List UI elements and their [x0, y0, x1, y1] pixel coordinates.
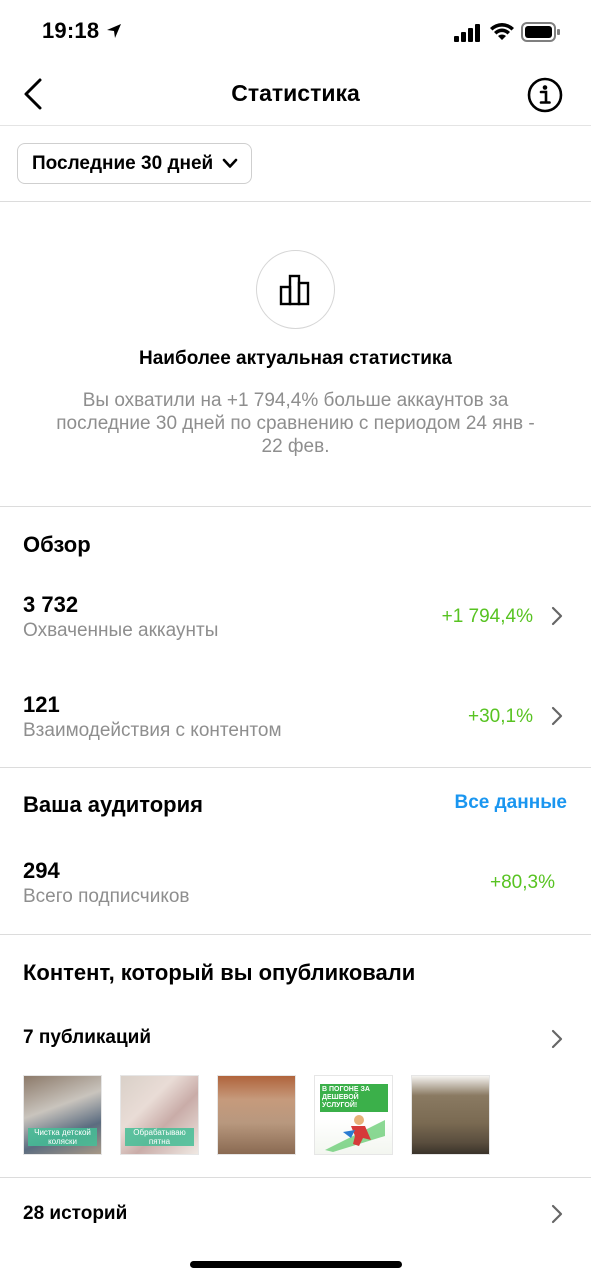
- post-thumbnail[interactable]: [411, 1075, 490, 1155]
- cellular-signal-icon: [454, 24, 480, 42]
- content-title: Контент, который вы опубликовали: [23, 960, 416, 985]
- insights-icon-circle: [256, 250, 335, 329]
- battery-icon: [521, 22, 560, 42]
- overview-title: Обзор: [23, 532, 91, 557]
- publications-label: 7 публикаций: [23, 1027, 152, 1048]
- metric-label: Охваченные аккаунты: [23, 620, 219, 641]
- chevron-right-icon: [551, 606, 563, 626]
- thumbnail-banner-text: В ПОГОНЕ ЗА ДЕШЕВОЙ УСЛУГОЙ!: [320, 1084, 388, 1112]
- chevron-right-icon: [551, 1204, 563, 1224]
- stories-row[interactable]: 28 историй: [0, 1179, 591, 1249]
- wifi-icon: [490, 23, 514, 40]
- location-arrow-icon: [107, 24, 121, 38]
- metric-change: +80,3%: [490, 872, 555, 893]
- period-dropdown[interactable]: Последние 30 дней: [17, 143, 253, 184]
- status-bar: 19:18: [0, 0, 591, 62]
- page-title: Статистика: [231, 80, 360, 106]
- metric-value: 3 732: [23, 592, 79, 617]
- thumbnail-caption: Обрабатываю пятна: [125, 1128, 194, 1146]
- post-thumbnail[interactable]: Обрабатываю пятна: [120, 1075, 199, 1155]
- metric-row-engagement[interactable]: 121 Взаимодействия с контентом +30,1%: [0, 692, 591, 752]
- period-filter-row: Последние 30 дней: [0, 127, 591, 202]
- metric-label: Взаимодействия с контентом: [23, 720, 282, 741]
- runner-illustration-icon: [325, 1115, 385, 1152]
- content-section: Контент, который вы опубликовали 7 публи…: [0, 936, 591, 1178]
- metric-row-reach[interactable]: 3 732 Охваченные аккаунты +1 794,4%: [0, 592, 591, 652]
- bar-chart-icon: [279, 274, 310, 306]
- insights-summary: Наиболее актуальная статистика Вы охвати…: [0, 203, 591, 507]
- post-thumbnail[interactable]: [217, 1075, 296, 1155]
- audience-section: Ваша аудитория Все данные 294 Всего подп…: [0, 769, 591, 935]
- metric-value: 294: [23, 858, 60, 883]
- chevron-down-icon: [222, 158, 238, 168]
- post-thumbnail[interactable]: В ПОГОНЕ ЗА ДЕШЕВОЙ УСЛУГОЙ!: [314, 1075, 393, 1155]
- summary-title: Наиболее актуальная статистика: [138, 348, 453, 369]
- home-indicator[interactable]: [190, 1261, 402, 1268]
- period-dropdown-label: Последние 30 дней: [32, 152, 214, 174]
- metric-label: Всего подписчиков: [23, 886, 190, 907]
- metric-change: +30,1%: [468, 706, 533, 727]
- status-time: 19:18: [42, 18, 100, 43]
- publications-row[interactable]: 7 публикаций: [0, 1019, 591, 1059]
- thumbnail-caption: Чистка детской коляски: [28, 1128, 97, 1146]
- metric-row-followers: 294 Всего подписчиков +80,3%: [0, 858, 591, 918]
- overview-section: Обзор 3 732 Охваченные аккаунты +1 794,4…: [0, 508, 591, 768]
- nav-header: Статистика: [0, 62, 591, 126]
- info-icon[interactable]: [526, 76, 564, 114]
- all-data-link[interactable]: Все данные: [454, 792, 567, 814]
- audience-title: Ваша аудитория: [23, 792, 203, 817]
- post-thumbnail[interactable]: Чистка детской коляски: [23, 1075, 102, 1155]
- stories-label: 28 историй: [23, 1203, 128, 1224]
- metric-value: 121: [23, 692, 60, 717]
- chevron-right-icon: [551, 706, 563, 726]
- summary-description: Вы охватили на +1 794,4% больше аккаунто…: [56, 390, 535, 457]
- metric-change: +1 794,4%: [441, 606, 533, 627]
- chevron-right-icon: [551, 1029, 563, 1049]
